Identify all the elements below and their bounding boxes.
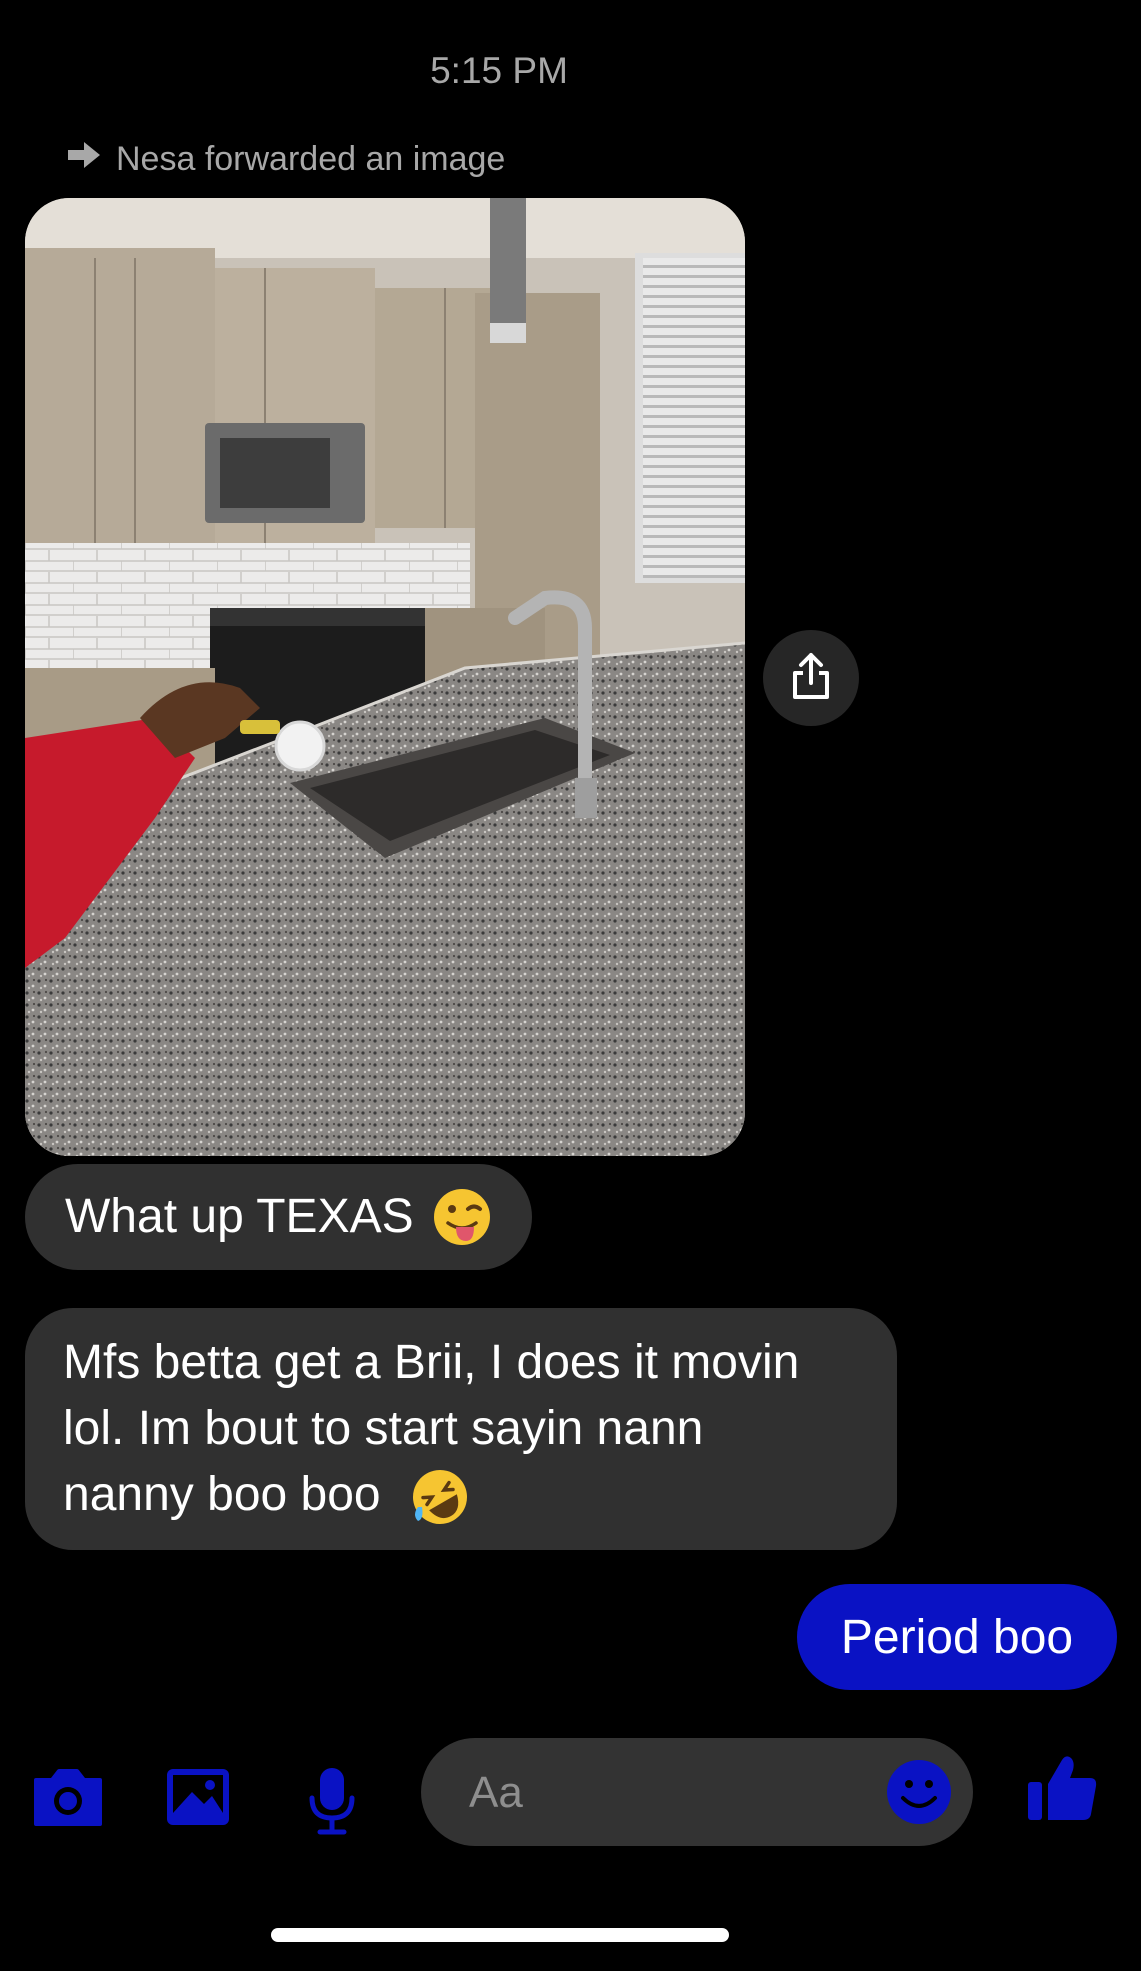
- chat-screen: 5:15 PM Nesa forwarded an image What up …: [0, 0, 1141, 1971]
- gallery-icon[interactable]: [164, 1766, 232, 1828]
- message-text: Period boo: [840, 1610, 1074, 1664]
- message-timestamp: 5:15 PM: [430, 50, 568, 91]
- message-text-line: nanny boo boo: [63, 1462, 859, 1528]
- message-input[interactable]: [467, 1762, 851, 1824]
- forwarded-kitchen-photo[interactable]: [25, 198, 745, 1156]
- outgoing-message[interactable]: Period boo: [797, 1584, 1117, 1690]
- message-text: What up TEXAS: [65, 1190, 414, 1243]
- emoji-icon[interactable]: [885, 1758, 953, 1826]
- forward-note: Nesa forwarded an image: [66, 140, 505, 179]
- camera-icon[interactable]: [30, 1766, 106, 1828]
- forward-note-text: Nesa forwarded an image: [116, 140, 506, 178]
- incoming-message[interactable]: Mfs betta get a Brii, I does it movin lo…: [25, 1308, 897, 1550]
- incoming-message[interactable]: What up TEXAS: [25, 1164, 532, 1270]
- thumbs-up-icon[interactable]: [1026, 1752, 1098, 1822]
- message-input-field[interactable]: [421, 1738, 973, 1846]
- tongue-out-face-emoji: [432, 1187, 492, 1247]
- home-indicator[interactable]: [271, 1928, 729, 1942]
- arrow-right-icon: [66, 140, 102, 179]
- message-text-line: Mfs betta get a Brii, I does it movin: [63, 1336, 800, 1389]
- rolling-on-floor-laughing-emoji: [410, 1467, 470, 1527]
- message-text-line: lol. Im bout to start sayin nann: [63, 1402, 704, 1455]
- share-button[interactable]: [763, 630, 859, 726]
- microphone-icon[interactable]: [306, 1766, 358, 1838]
- share-icon: [789, 651, 833, 706]
